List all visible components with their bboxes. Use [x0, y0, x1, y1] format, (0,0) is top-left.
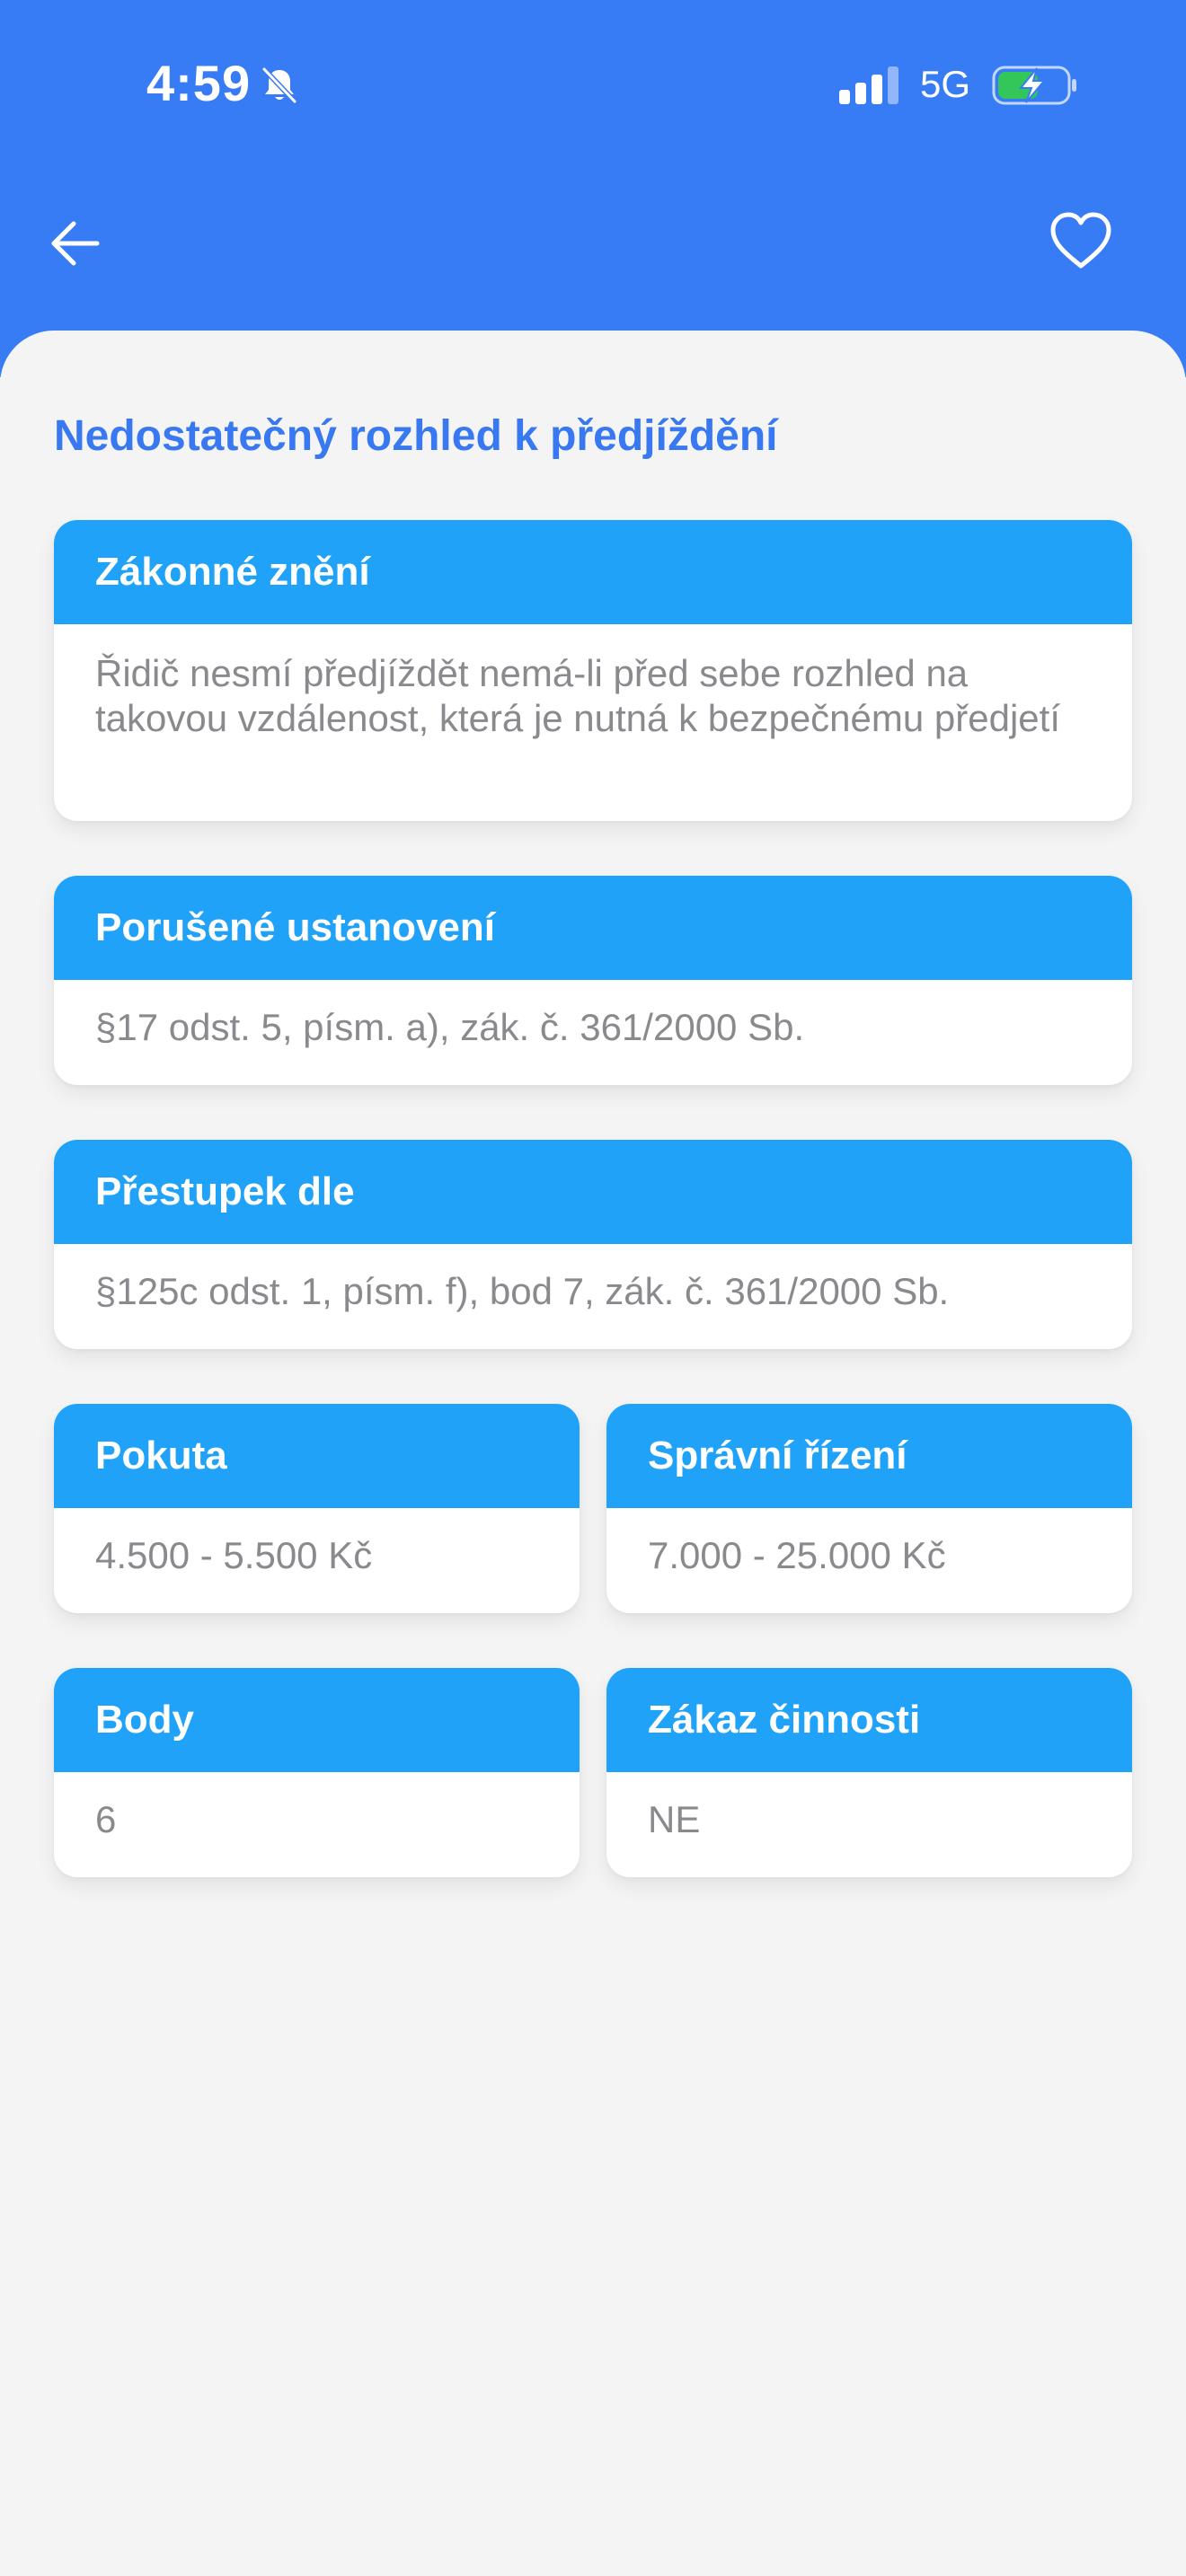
card-offense-by-title: Přestupek dle [54, 1140, 1132, 1244]
card-points-value: 6 [95, 1798, 117, 1840]
card-legal-text: Zákonné znění Řidič nesmí předjíždět nem… [54, 520, 1132, 821]
card-driving-ban-value: NE [648, 1798, 701, 1840]
card-fine-title: Pokuta [54, 1404, 580, 1508]
card-administrative-proceedings: Správní řízení 7.000 - 25.000 Kč [606, 1404, 1132, 1613]
card-violated-provision-title: Porušené ustanovení [54, 876, 1132, 980]
back-arrow-icon[interactable] [45, 212, 108, 275]
card-driving-ban: Zákaz činnosti NE [606, 1668, 1132, 1877]
card-violated-provision-value: §17 odst. 5, písm. a), zák. č. 361/2000 … [95, 1006, 805, 1048]
status-time: 4:59 [146, 55, 252, 111]
card-legal-text-value: Řidič nesmí předjíždět nemá-li před sebe… [95, 652, 1060, 739]
bell-slash-icon [261, 66, 297, 104]
card-legal-text-title: Zákonné znění [54, 520, 1132, 624]
cellular-signal-icon [839, 66, 898, 104]
card-administrative-proceedings-title: Správní řízení [606, 1404, 1132, 1508]
card-offense-by-value: §125c odst. 1, písm. f), bod 7, zák. č. … [95, 1270, 950, 1312]
status-bar: 4:59 5G [0, 0, 1186, 180]
card-administrative-proceedings-value: 7.000 - 25.000 Kč [648, 1534, 946, 1576]
card-offense-by: Přestupek dle §125c odst. 1, písm. f), b… [54, 1140, 1132, 1349]
network-type: 5G [920, 63, 971, 105]
card-fine-value: 4.500 - 5.500 Kč [95, 1534, 373, 1576]
battery-charging-icon [992, 66, 1076, 105]
card-fine: Pokuta 4.500 - 5.500 Kč [54, 1404, 580, 1613]
page-title: Nedostatečný rozhled k předjíždění [54, 412, 778, 460]
card-driving-ban-title: Zákaz činnosti [606, 1668, 1132, 1772]
card-violated-provision: Porušené ustanovení §17 odst. 5, písm. a… [54, 876, 1132, 1085]
card-points: Body 6 [54, 1668, 580, 1877]
favorite-heart-icon[interactable] [1048, 208, 1114, 275]
card-points-title: Body [54, 1668, 580, 1772]
